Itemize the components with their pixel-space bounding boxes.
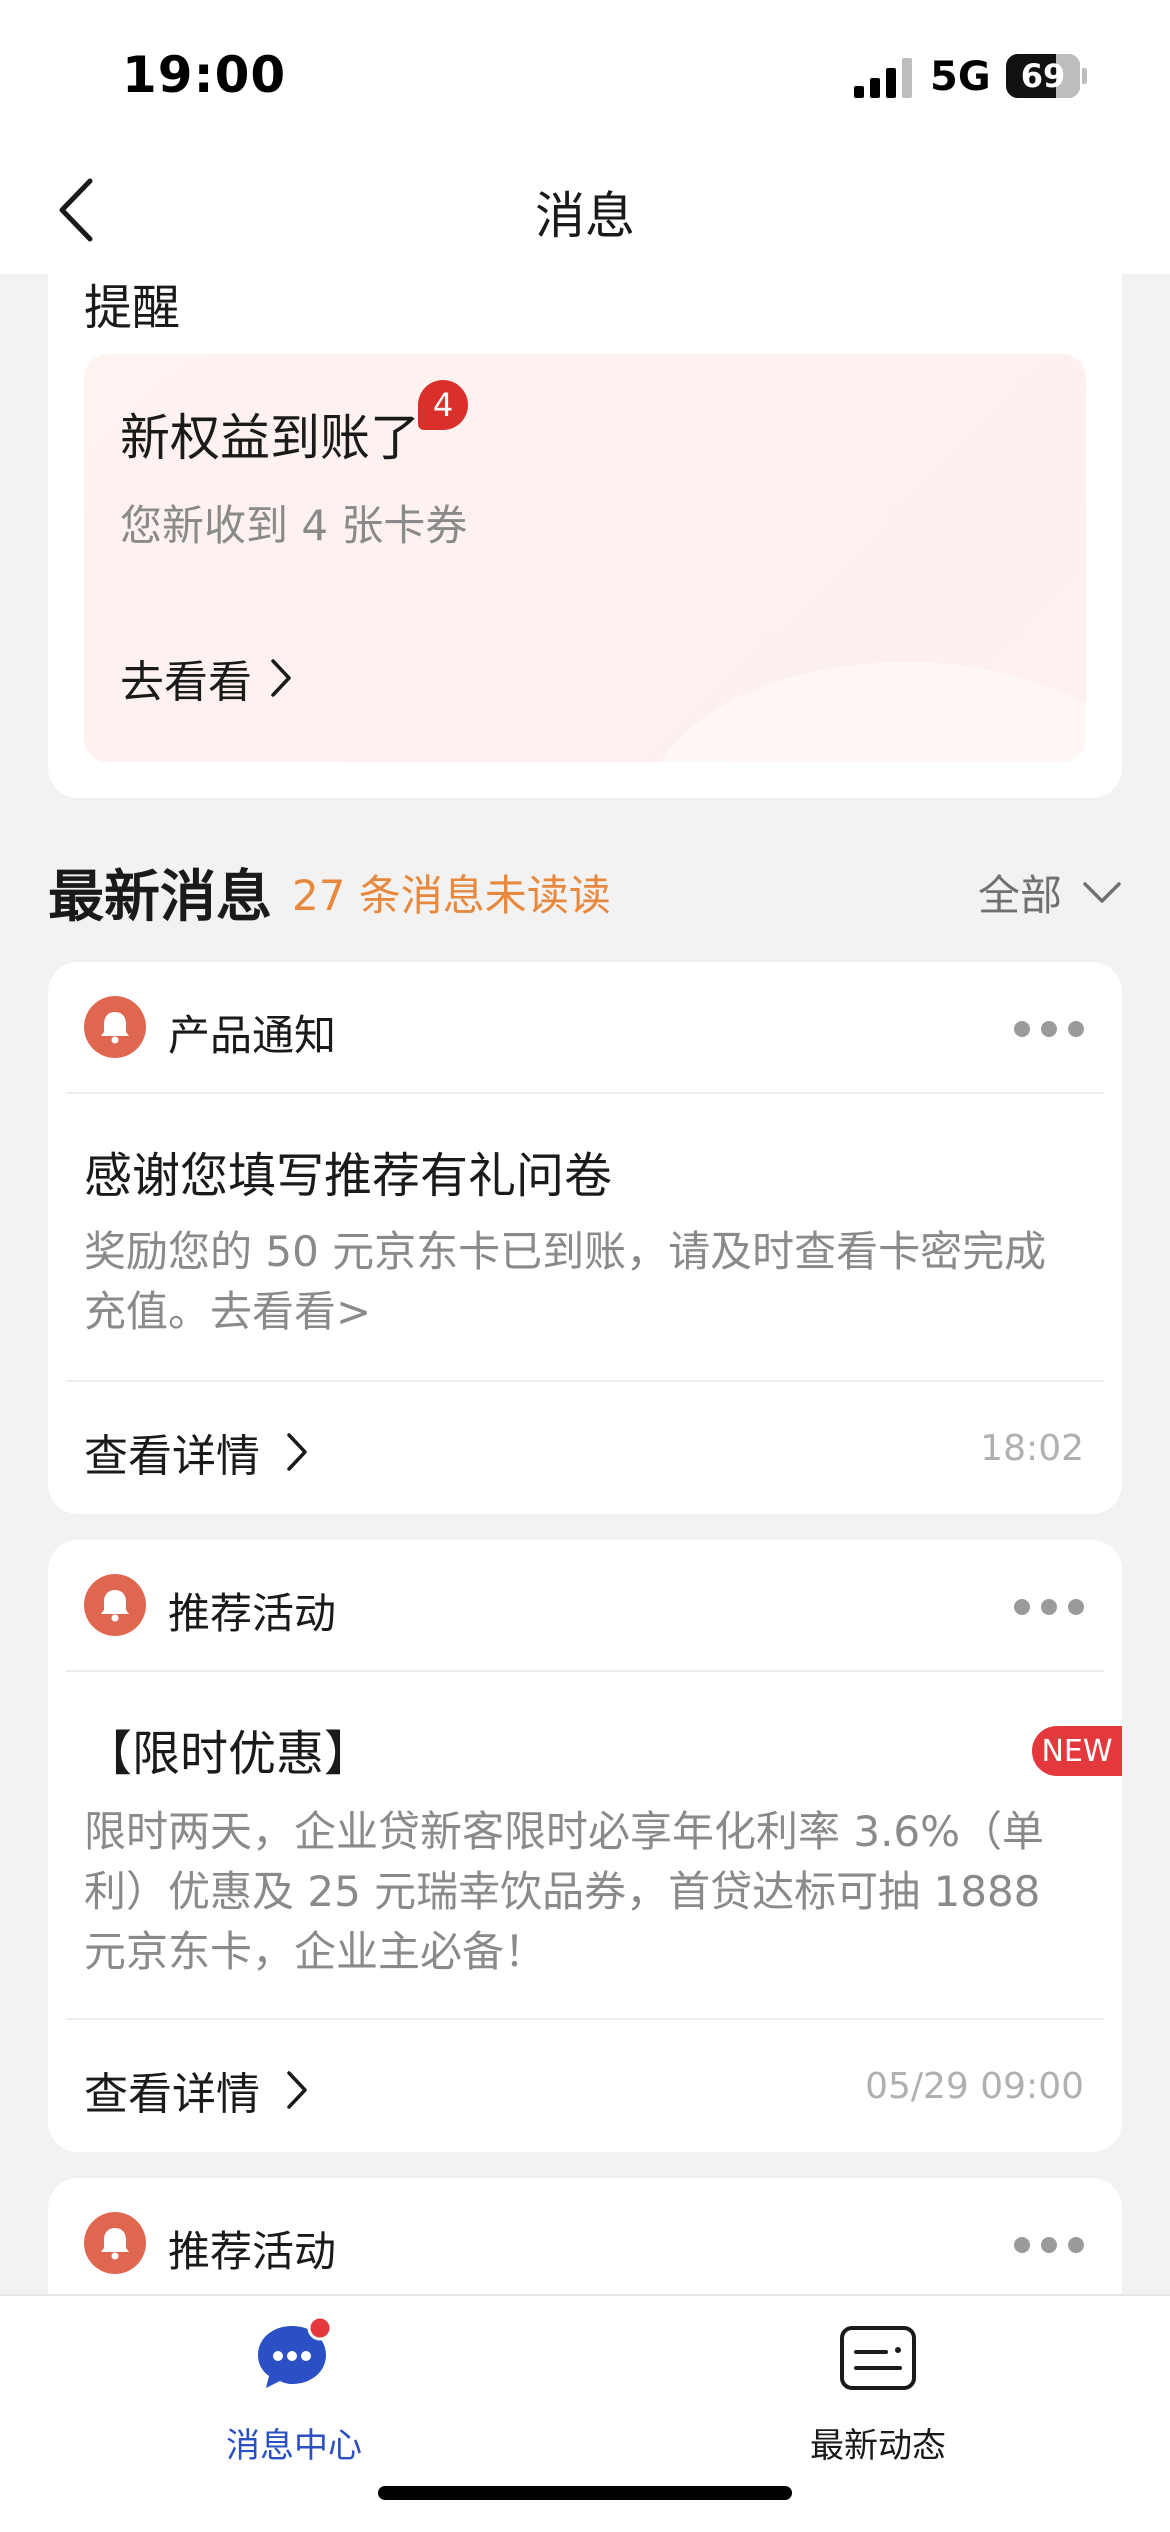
- latest-messages-header: 最新消息 27 条消息未读读 全部: [48, 852, 1122, 930]
- reminder-heading: 提醒: [84, 280, 181, 336]
- divider: [66, 1092, 1104, 1094]
- view-details-link[interactable]: 查看详情: [84, 1420, 308, 1484]
- message-footer: 查看详情 18:02: [48, 1382, 1122, 1512]
- bell-icon: [84, 2212, 146, 2274]
- more-options-button[interactable]: [1014, 1592, 1084, 1622]
- message-header: 推荐活动: [48, 2178, 1122, 2310]
- message-category: 产品通知: [168, 1011, 337, 1060]
- reminder-subtitle: 您新收到 4 张卡券: [120, 501, 468, 550]
- latest-messages-title: 最新消息: [48, 865, 272, 930]
- message-time: 05/29 09:00: [865, 2066, 1084, 2107]
- tab-label: 消息中心: [226, 2426, 362, 2466]
- message-card[interactable]: 产品通知 感谢您填写推荐有礼问卷 奖励您的 50 元京东卡已到账，请及时查看卡密…: [48, 962, 1122, 1514]
- reminder-go-see-link[interactable]: 去看看: [120, 646, 292, 710]
- signal-icon: [854, 58, 912, 98]
- filter-dropdown[interactable]: 全部: [978, 862, 1122, 923]
- message-header: 推荐活动: [48, 1540, 1122, 1672]
- news-card-icon: [840, 2326, 916, 2390]
- chevron-right-icon: [287, 2071, 307, 2109]
- chevron-right-icon: [287, 1433, 307, 1471]
- reminder-card: 提醒 新权益到账了 4 您新收到 4 张卡券 去看看: [48, 250, 1122, 798]
- divider: [66, 1670, 1104, 1672]
- message-card[interactable]: 推荐活动 【限时优惠】 NEW 限时两天，企业贷新客限时必享年化利率 3.6%（…: [48, 1540, 1122, 2152]
- message-category: 推荐活动: [168, 2227, 337, 2276]
- message-time: 18:02: [980, 1428, 1084, 1469]
- tab-message-center[interactable]: 消息中心: [144, 2296, 444, 2466]
- bell-icon: [84, 1574, 146, 1636]
- chat-bubble-icon: [258, 2316, 333, 2388]
- reminder-title: 新权益到账了: [120, 409, 420, 467]
- message-title: 【限时优惠】: [84, 1726, 373, 1782]
- chevron-right-icon: [271, 659, 291, 697]
- network-label: 5G: [930, 54, 991, 100]
- message-header: 产品通知: [48, 962, 1122, 1094]
- reminder-link-label: 去看看: [120, 657, 252, 708]
- view-details-link[interactable]: 查看详情: [84, 2058, 308, 2122]
- page-title: 消息: [535, 187, 635, 245]
- new-badge: NEW: [1032, 1726, 1122, 1776]
- status-bar: 19:00 5G 69: [0, 0, 1170, 150]
- filter-label: 全部: [977, 871, 1062, 920]
- more-options-button[interactable]: [1014, 2230, 1084, 2260]
- tab-label: 最新动态: [810, 2426, 946, 2466]
- message-footer: 查看详情 05/29 09:00: [48, 2020, 1122, 2150]
- reminder-box[interactable]: 新权益到账了 4 您新收到 4 张卡券 去看看: [84, 354, 1086, 762]
- message-body: 奖励您的 50 元京东卡已到账，请及时查看卡密完成充值。去看看>: [84, 1227, 1047, 1336]
- battery-level: 69: [1020, 57, 1066, 95]
- bell-icon: [84, 996, 146, 1058]
- more-options-button[interactable]: [1014, 1014, 1084, 1044]
- battery-icon: 69: [1006, 54, 1087, 98]
- status-time: 19:00: [122, 46, 287, 104]
- unread-count: 27 条消息未读读: [292, 871, 611, 920]
- message-category: 推荐活动: [168, 1589, 337, 1638]
- chevron-down-icon: [1083, 881, 1121, 903]
- tab-latest-news[interactable]: 最新动态: [728, 2296, 1028, 2466]
- reminder-count-badge: 4: [418, 380, 468, 430]
- home-indicator: [378, 2486, 792, 2500]
- message-title: 感谢您填写推荐有礼问卷: [84, 1148, 613, 1204]
- message-body: 限时两天，企业贷新客限时必享年化利率 3.6%（单利）优惠及 25 元瑞幸饮品券…: [84, 1807, 1045, 1976]
- view-details-label: 查看详情: [84, 1431, 260, 1482]
- view-details-label: 查看详情: [84, 2069, 260, 2120]
